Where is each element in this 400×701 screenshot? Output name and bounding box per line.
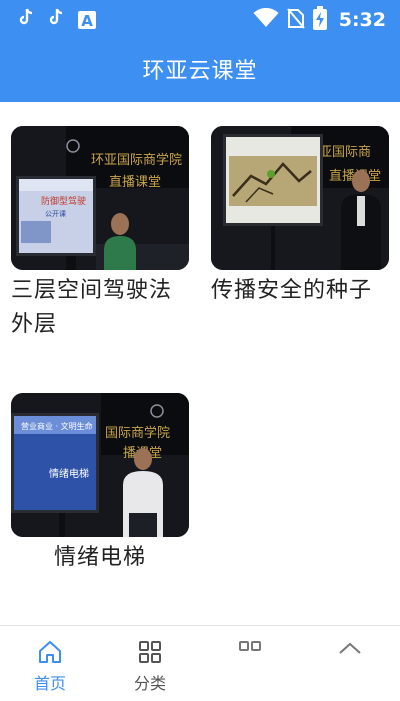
- home-icon: [15, 638, 85, 666]
- bottom-nav: 首页 分类: [0, 625, 400, 701]
- tab-category[interactable]: 分类: [115, 638, 185, 694]
- video-card[interactable]: 环亚国际商学院 直播课堂 防御型驾驶 公开课 三层空间驾驶法外层: [11, 126, 189, 342]
- page-title: 环亚云课堂: [142, 59, 258, 84]
- screen-text: 营业商业 · 文明生命: [21, 421, 93, 431]
- video-thumbnail[interactable]: 国际商学院 播课堂 营业商业 · 文明生命 情绪电梯: [11, 393, 189, 537]
- video-grid: 环亚国际商学院 直播课堂 防御型驾驶 公开课 三层空间驾驶法外层 亚国际商 传播…: [0, 102, 400, 625]
- video-thumbnail[interactable]: 环亚国际商学院 直播课堂 防御型驾驶 公开课: [11, 126, 189, 270]
- status-notification-icons: A: [18, 8, 96, 31]
- status-bar: A 5:32: [0, 0, 400, 36]
- screen-text: 防御型驾驶: [41, 195, 86, 207]
- nav-overlay: [195, 656, 400, 701]
- tab-home[interactable]: 首页: [15, 638, 85, 694]
- video-thumbnail[interactable]: 亚国际商 直播课堂: [211, 126, 389, 270]
- backdrop-text: 亚国际商: [319, 145, 371, 160]
- tiktok-icon: [18, 8, 34, 31]
- video-card[interactable]: 国际商学院 播课堂 营业商业 · 文明生命 情绪电梯 情绪电梯: [11, 393, 189, 575]
- video-title[interactable]: 传播安全的种子: [211, 274, 389, 308]
- backdrop-text: 直播课堂: [109, 175, 161, 190]
- app-header: 环亚云课堂: [0, 36, 400, 102]
- video-title[interactable]: 情绪电梯: [11, 541, 189, 575]
- status-system-icons: 5:32: [253, 6, 386, 34]
- video-card[interactable]: 亚国际商 直播课堂 传播安全的种子: [211, 126, 389, 308]
- screen-text: 公开课: [45, 209, 66, 218]
- no-sim-icon: [286, 7, 305, 33]
- a-app-icon: A: [78, 10, 96, 30]
- video-title[interactable]: 三层空间驾驶法外层: [11, 274, 189, 342]
- tab-category-label: 分类: [133, 674, 166, 693]
- tab-home-label: 首页: [33, 674, 66, 693]
- status-time: 5:32: [338, 9, 386, 31]
- backdrop-text: 环亚国际商学院: [91, 152, 182, 168]
- wifi-icon: [253, 7, 279, 32]
- battery-charging-icon: [312, 6, 327, 34]
- tiktok-icon: [48, 8, 64, 31]
- screen-text: 情绪电梯: [49, 467, 89, 480]
- backdrop-text: 国际商学院: [105, 425, 170, 441]
- grid-icon: [115, 638, 185, 666]
